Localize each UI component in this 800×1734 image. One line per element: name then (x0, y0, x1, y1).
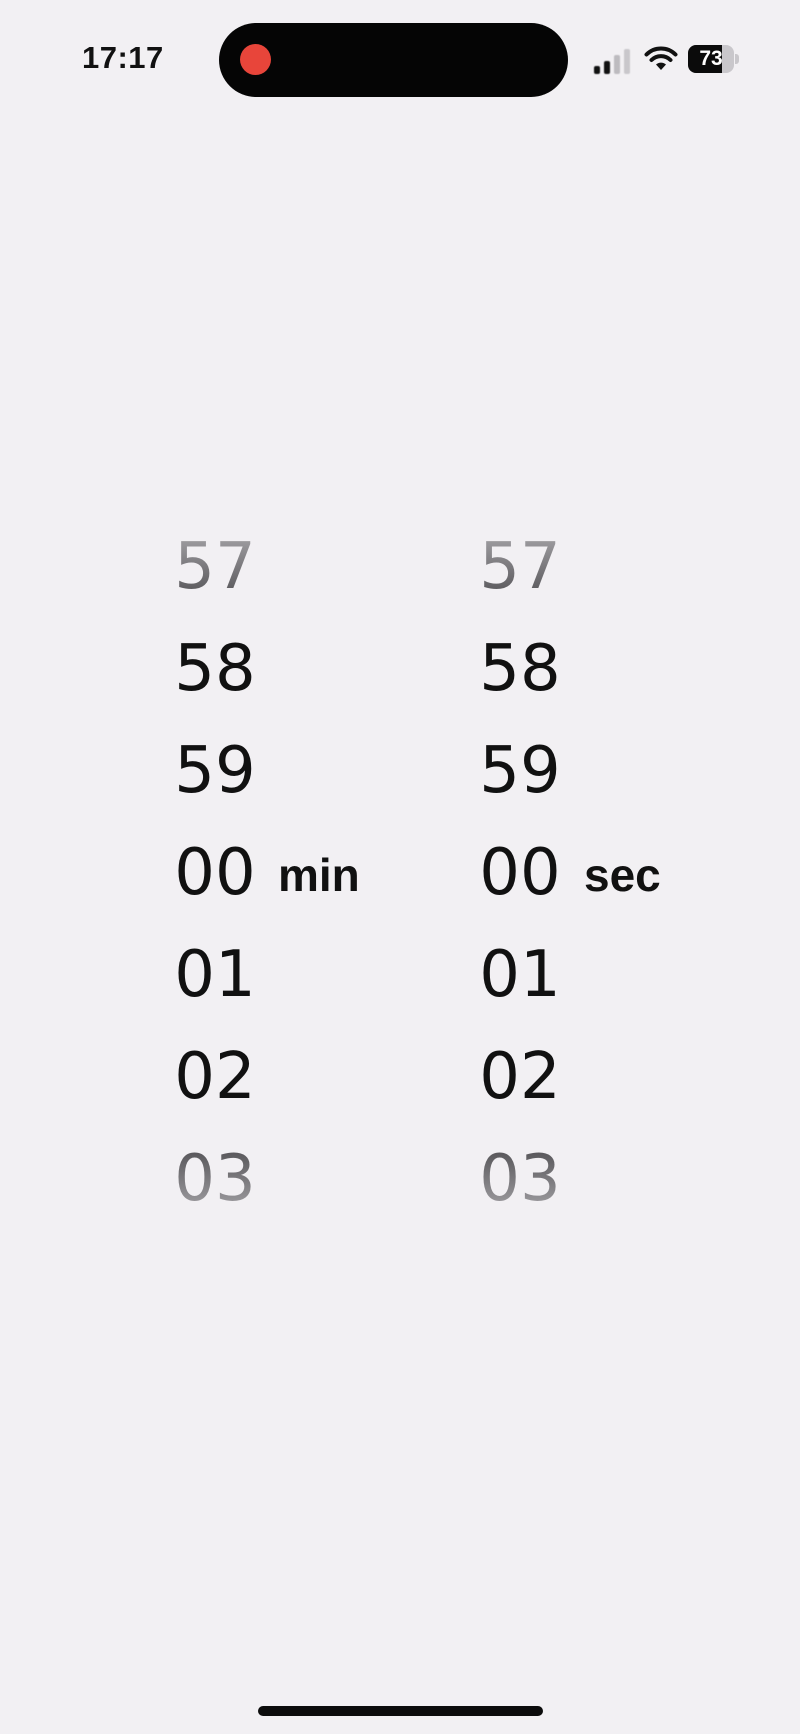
minutes-option[interactable]: 59 (145, 720, 285, 822)
minutes-option[interactable]: 02 (145, 1026, 285, 1128)
home-indicator[interactable] (258, 1706, 543, 1716)
minutes-option[interactable]: 57 (145, 516, 285, 618)
minutes-selected-option[interactable]: 00 (145, 822, 285, 924)
seconds-option[interactable]: 02 (450, 1026, 590, 1128)
seconds-option[interactable]: 59 (450, 720, 590, 822)
minutes-option[interactable]: 58 (145, 618, 285, 720)
timer-duration-picker: 57 58 59 00 01 02 03 min 57 58 59 00 01 … (0, 0, 800, 1734)
seconds-option[interactable]: 58 (450, 618, 590, 720)
minutes-option[interactable]: 03 (145, 1128, 285, 1230)
seconds-selected-option[interactable]: 00 (450, 822, 590, 924)
seconds-option[interactable]: 57 (450, 516, 590, 618)
seconds-unit-label: sec (584, 849, 661, 901)
minutes-option[interactable]: 01 (145, 924, 285, 1026)
minutes-unit-label: min (278, 849, 360, 901)
seconds-option[interactable]: 01 (450, 924, 590, 1026)
seconds-option[interactable]: 03 (450, 1128, 590, 1230)
